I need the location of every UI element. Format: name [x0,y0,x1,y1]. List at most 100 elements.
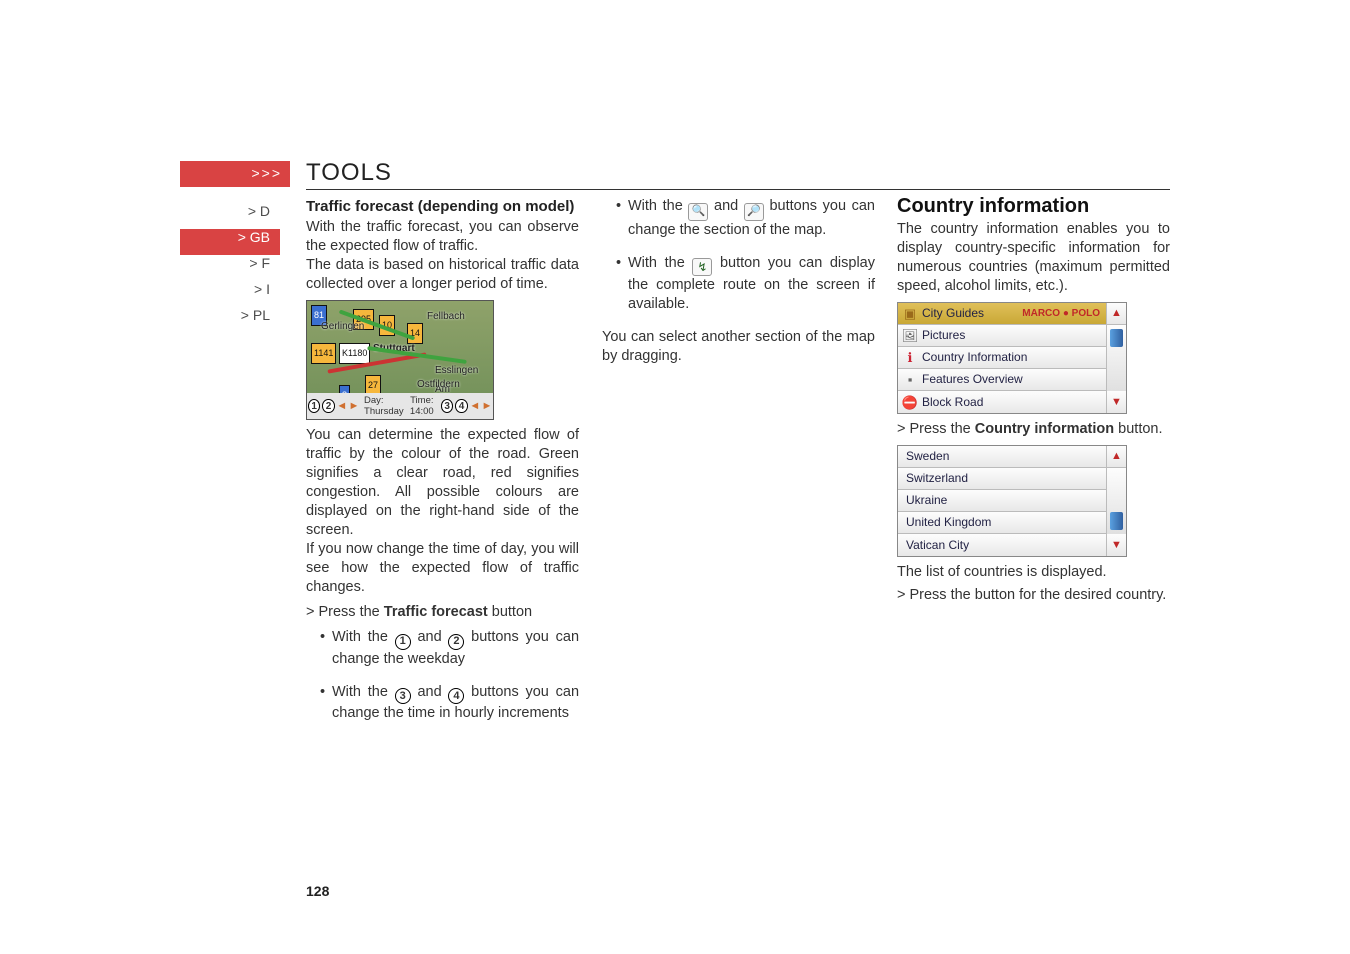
picture-icon: 🖼 [898,326,922,345]
scroll-up-icon: ▲ [1107,303,1126,325]
bullet-item: • With the 🔍 and 🔎 buttons you can chang… [616,197,875,240]
info-icon: ℹ [898,348,922,367]
zoom-out-icon: 🔎 [744,203,764,221]
scroll-track [1107,325,1126,391]
country-label: Ukraine [898,491,1106,510]
book-icon: ▣ [898,304,922,323]
country-label: Switzerland [898,469,1106,488]
scroll-down-icon: ▼ [1107,391,1126,413]
bullet-text: With the 3 and 4 buttons you can change … [332,683,579,724]
marco-polo-brand: MARCO ● POLO [1022,304,1106,323]
menu-scrollbar: ▲ ▼ [1106,303,1126,413]
paragraph: The country information enables you to d… [897,220,1170,296]
scroll-up-icon: ▲ [1107,446,1126,468]
column-3: Country information The country informat… [897,197,1170,605]
menu-label: Features Overview [922,370,1106,389]
bullet-item: • With the ↯ button you can display the … [616,254,875,315]
menu-screenshot-1: ▣ City Guides MARCO ● POLO 🖼 Pictures ℹ … [897,302,1127,414]
map-bottom-bar: 1 2 ◄ ► Day: Thursday Time: 14:00 3 4 ◄ … [307,393,493,419]
paragraph: If you now change the time of day, you w… [306,540,579,597]
country-label: United Kingdom [898,513,1106,532]
traffic-map-screenshot: 81 295 10 14 1141 K1180 27 8 Gerlingen F… [306,300,494,420]
lang-f: > F [180,255,280,281]
menu-scrollbar: ▲ ▼ [1106,446,1126,556]
features-icon: ▪ [898,370,922,389]
menu-item-city-guides: ▣ City Guides MARCO ● POLO [898,303,1106,325]
paragraph: The data is based on historical traffic … [306,256,579,294]
map-time-value: 14:00 [410,406,434,417]
bullet-text: With the ↯ button you can display the co… [628,254,875,315]
text: With the [628,198,688,214]
header-rule [306,189,1170,190]
lang-pl: > PL [180,307,280,333]
arrow-left-icon: ◄ [469,397,481,416]
menu-label: Country Information [922,348,1106,367]
country-information-bold: Country information [975,421,1114,437]
section-heading-traffic-forecast: Traffic forecast (depending on model) [306,197,579,216]
text: and [708,198,743,214]
menu-screenshot-2: Sweden Switzerland Ukraine United Kingdo… [897,445,1127,557]
language-sidebar: > D > GB > F > I > PL [180,203,280,333]
circle-1-icon: 1 [395,634,411,650]
scroll-down-icon: ▼ [1107,534,1126,556]
bullet-dot: • [320,683,332,724]
menu-item-features-overview: ▪ Features Overview [898,369,1106,391]
lang-i: > I [180,281,280,307]
map-time: Time: 14:00 [404,395,440,417]
bullet-text: With the 🔍 and 🔎 buttons you can change … [628,197,875,240]
country-item-vatican-city: Vatican City [898,534,1106,556]
roadtag-K1180: K1180 [339,343,370,364]
text: With the [332,684,395,700]
map-day-value: Thursday [364,406,404,417]
country-label: Vatican City [898,536,1106,555]
paragraph: With the traffic forecast, you can obser… [306,218,579,256]
menu-rows: Sweden Switzerland Ukraine United Kingdo… [898,446,1106,556]
page-number: 128 [306,883,329,899]
bullet-text: With the 1 and 2 buttons you can change … [332,628,579,669]
country-item-united-kingdom: United Kingdom [898,512,1106,534]
menu-item-country-information: ℹ Country Information [898,347,1106,369]
map-btn-3: 3 [441,399,453,413]
arrow-left-icon: ◄ [336,397,348,416]
country-item-sweden: Sweden [898,446,1106,468]
bullet-dot: • [616,197,628,240]
menu-label: Pictures [922,326,1106,345]
paragraph: The list of countries is displayed. [897,563,1170,582]
column-1: Traffic forecast (depending on model) Wi… [306,197,579,729]
roadtag-1141: 1141 [311,343,336,364]
bullet-dot: • [320,628,332,669]
block-icon: ⛔ [898,393,922,412]
circle-4-icon: 4 [448,688,464,704]
menu-item-pictures: 🖼 Pictures [898,325,1106,347]
map-day-label: Day: [364,395,384,406]
heading-country-information: Country information [897,197,1170,216]
zoom-in-icon: 🔍 [688,203,708,221]
country-label: Sweden [898,447,1106,466]
text: and [411,629,449,645]
circle-2-icon: 2 [448,634,464,650]
text: > Press the [897,421,975,437]
country-item-switzerland: Switzerland [898,468,1106,490]
map-time-label: Time: [410,395,433,406]
instruction-line: > Press the Traffic forecast button [306,603,579,622]
map-day: Day: Thursday [360,395,404,417]
menu-rows: ▣ City Guides MARCO ● POLO 🖼 Pictures ℹ … [898,303,1106,413]
paragraph: You can determine the expected flow of t… [306,426,579,540]
text: With the [628,255,692,271]
map-btn-2: 2 [322,399,334,413]
text: > Press the [306,604,384,620]
text: button [488,604,532,620]
text: button. [1114,421,1162,437]
menu-label: City Guides [922,304,1022,323]
map-btn-4: 4 [455,399,467,413]
lang-gb: > GB [180,229,280,255]
scroll-thumb [1110,512,1123,530]
lang-d: > D [180,203,280,229]
city-ostfildern: Ostfildern [417,375,460,394]
header-chevrons: >>> [180,161,290,187]
bullet-item: • With the 1 and 2 buttons you can chang… [320,628,579,669]
text: With the [332,629,395,645]
menu-label: Block Road [922,393,1106,412]
arrow-right-icon: ► [481,397,493,416]
bullet-dot: • [616,254,628,315]
